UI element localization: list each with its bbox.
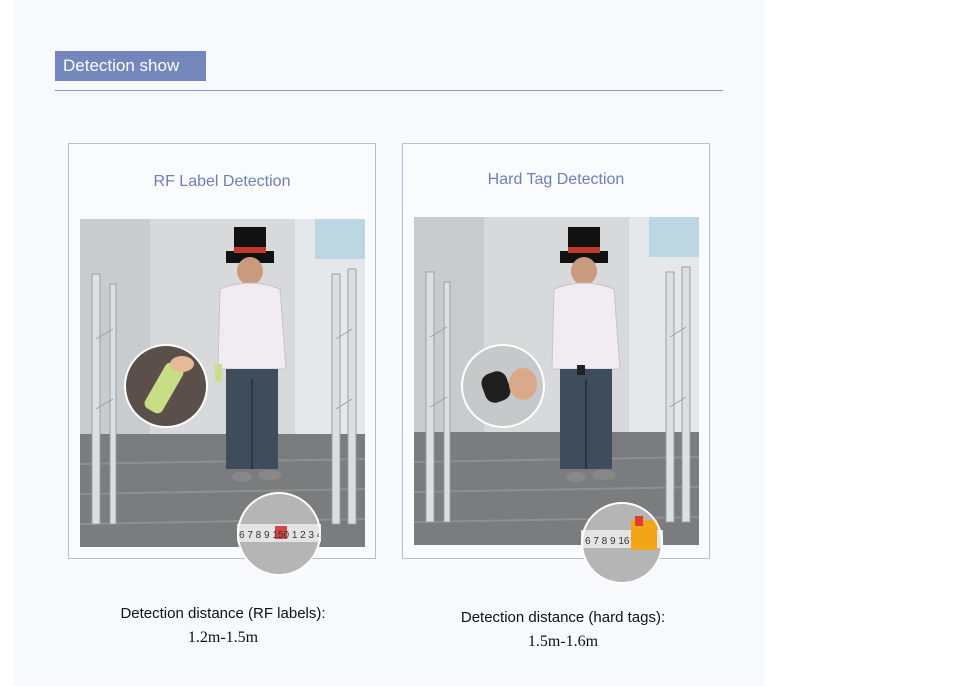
rf-label-card: RF Label Detection 6 7 8 9 150 1 2 3 4 bbox=[68, 143, 376, 576]
tape-measure-icon-2: 6 7 8 9 16 bbox=[581, 502, 663, 584]
tape-measure-icon: 6 7 8 9 150 1 2 3 4 bbox=[237, 492, 321, 576]
rf-caption-value: 1.2m-1.5m bbox=[187, 629, 259, 646]
section-divider bbox=[55, 90, 723, 91]
ruler-readout-2: 6 7 8 9 16 bbox=[585, 536, 630, 547]
ruler-readout: 6 7 8 9 150 1 2 3 4 bbox=[239, 530, 321, 541]
rf-label-card-title: RF Label Detection bbox=[153, 173, 291, 190]
rf-detection-photo bbox=[80, 219, 365, 547]
hard-tag-detection-photo bbox=[414, 217, 699, 545]
section-title: Detection show bbox=[55, 51, 206, 81]
rf-caption-label: Detection distance (RF labels): bbox=[120, 605, 326, 622]
bottle-icon bbox=[124, 344, 208, 428]
hard-tag-icon bbox=[461, 344, 545, 428]
hard-tag-caption-label: Detection distance (hard tags): bbox=[460, 609, 666, 626]
hard-tag-caption-value: 1.5m-1.6m bbox=[527, 633, 599, 650]
hard-tag-card: Hard Tag Detection 6 7 8 9 16 bbox=[402, 143, 710, 584]
hard-tag-card-title: Hard Tag Detection bbox=[487, 171, 625, 188]
